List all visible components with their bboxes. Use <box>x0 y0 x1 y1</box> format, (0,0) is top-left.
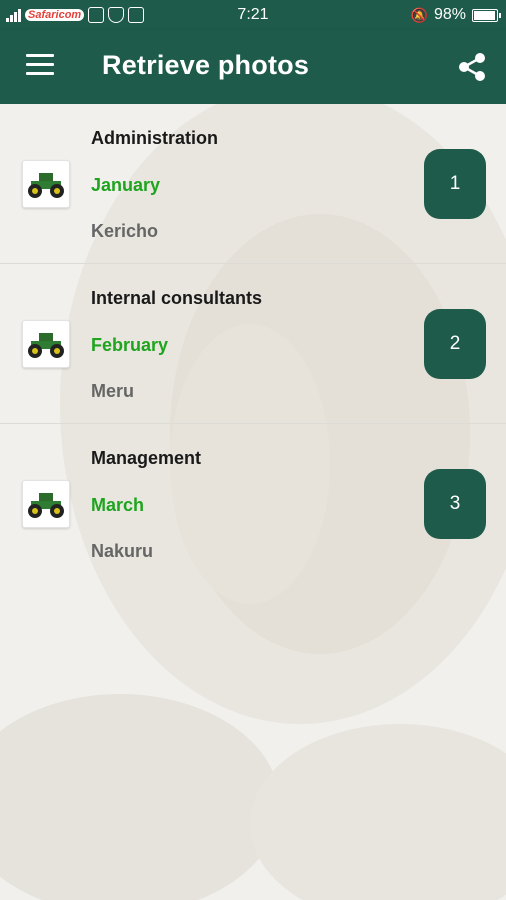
app-bar: Retrieve photos <box>0 30 506 104</box>
battery-icon <box>472 8 501 22</box>
item-title: Internal consultants <box>91 288 263 308</box>
item-place: Kericho <box>91 221 159 241</box>
list-item[interactable]: Management March Nakuru 3 <box>0 424 506 584</box>
item-number-badge[interactable]: 2 <box>424 309 486 379</box>
photo-list: Administration January Kericho 1 Interna… <box>0 104 506 584</box>
list-item[interactable]: Administration January Kericho 1 <box>0 104 506 264</box>
mute-icon: 🔕 <box>410 6 428 23</box>
hamburger-menu-icon[interactable] <box>26 54 54 76</box>
item-number-badge[interactable]: 1 <box>424 149 486 219</box>
page-title: Retrieve photos <box>102 50 310 80</box>
item-month: February <box>91 335 169 355</box>
tractor-icon <box>22 480 70 528</box>
item-place: Nakuru <box>91 541 154 561</box>
tractor-icon <box>22 320 70 368</box>
item-title: Administration <box>91 128 219 148</box>
status-right: 🔕 98% <box>410 0 501 30</box>
item-month: January <box>91 175 161 195</box>
tractor-icon <box>22 160 70 208</box>
status-bar: Safaricom 7:21 🔕 98% <box>0 0 506 30</box>
item-title: Management <box>91 448 202 468</box>
item-month: March <box>91 495 145 515</box>
item-number-badge[interactable]: 3 <box>424 469 486 539</box>
share-icon[interactable] <box>458 52 486 82</box>
battery-percent: 98% <box>433 6 466 23</box>
item-place: Meru <box>91 381 135 401</box>
list-item[interactable]: Internal consultants February Meru 2 <box>0 264 506 424</box>
